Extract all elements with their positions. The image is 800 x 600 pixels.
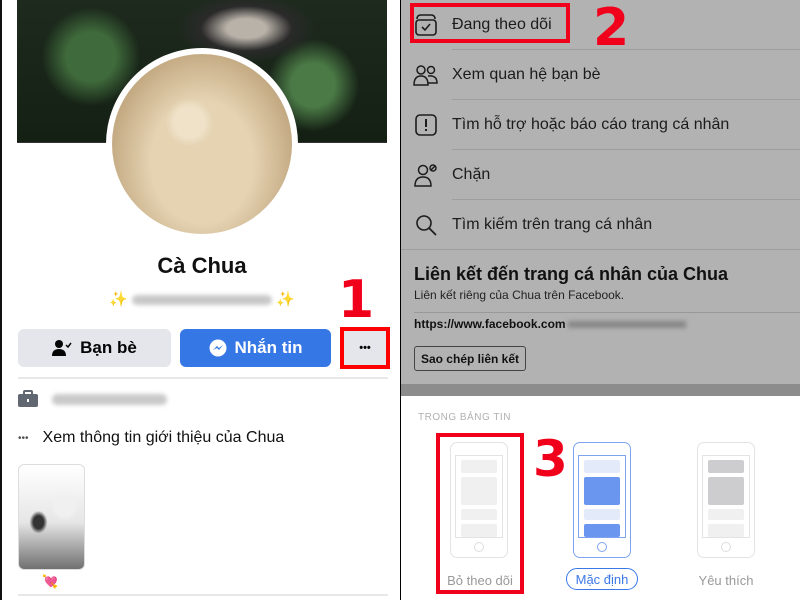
step-marker-3: 3 [533,430,568,488]
option-default[interactable] [573,442,631,558]
menu-item-search[interactable]: Tìm kiếm trên trang cá nhân [401,200,800,250]
divider [414,312,800,313]
work-blurred-text [52,393,167,405]
see-intro-row[interactable]: ••• Xem thông tin giới thiệu của Chua [18,429,284,447]
messenger-icon [209,339,226,357]
work-info-row [18,390,167,408]
search-icon [413,212,439,238]
message-button[interactable]: Nhắn tin [180,329,331,367]
copy-link-button[interactable]: Sao chép liên kết [414,346,526,371]
profile-panel: Cà Chua ✨ ✨ 1 Bạn bè Nhắn tin ••• ••• Xem… [0,0,400,600]
feed-block [708,477,744,505]
sheet-backdrop [401,384,800,396]
feed-block [708,524,744,537]
sparkle-icon: ✨ [109,291,128,308]
feed-block [708,460,744,473]
step-marker-1: 1 [338,270,375,330]
menu-label: Tìm kiếm trên trang cá nhân [452,216,653,233]
briefcase-icon [18,390,38,407]
news-feed-sheet: TRONG BẢNG TIN Bỏ theo dõi Mặc định Yêu … [401,396,800,600]
phone-screen [702,455,750,538]
feed-block [584,477,620,505]
url-blurred-part [567,320,686,328]
more-dots-icon: ••• [18,432,29,444]
menu-label: Chặn [452,166,491,183]
profile-url[interactable]: https://www.facebook.com [414,317,686,331]
more-options-button[interactable]: ••• [340,327,390,369]
feed-block [708,509,744,520]
report-icon [413,112,439,138]
divider [18,594,388,596]
highlight-box-unfollow [436,433,524,594]
menu-item-report[interactable]: Tìm hỗ trợ hoặc báo cáo trang cá nhân [401,100,800,150]
step-marker-2: 2 [593,0,630,58]
featured-story[interactable] [18,464,85,570]
heart-arrow-icon: 💘 [42,574,59,589]
divider [18,377,388,379]
avatar-image[interactable] [112,54,292,234]
message-label: Nhắn tin [234,338,303,357]
profile-url-text: https://www.facebook.com [414,317,566,331]
highlight-box-following [410,3,570,43]
see-intro-label: Xem thông tin giới thiệu của Chua [42,429,285,446]
bio-blurred-text [132,295,272,306]
feed-block [584,460,620,473]
more-icon: ••• [359,342,371,354]
option-favorite[interactable] [697,442,755,558]
options-panel: Đang theo dõi Xem quan hệ bạn bè Tìm hỗ … [401,0,800,600]
menu-label: Tìm hỗ trợ hoặc báo cáo trang cá nhân [452,116,730,133]
link-section-subtitle: Liên kết riêng của Chua trên Facebook. [414,288,625,302]
sparkle-icon: ✨ [276,291,295,308]
friendship-icon [413,62,439,88]
menu-item-block[interactable]: Chặn [401,150,800,200]
profile-link-section: Liên kết đến trang cá nhân của Chua Liên… [401,250,800,380]
home-button-glyph [597,542,607,552]
feed-block [584,524,620,537]
menu-label: Xem quan hệ bạn bè [452,66,601,83]
option-favorite-label: Yêu thích [698,573,754,588]
news-feed-title: TRONG BẢNG TIN [418,412,511,423]
profile-avatar[interactable] [106,48,298,240]
home-button-glyph [721,542,731,552]
phone-screen [578,455,626,538]
option-default-label[interactable]: Mặc định [566,568,638,590]
link-section-title: Liên kết đến trang cá nhân của Chua [414,264,729,284]
friends-button[interactable]: Bạn bè [18,329,171,367]
block-icon [413,162,439,188]
friends-label: Bạn bè [80,338,137,357]
friend-check-icon [52,340,72,356]
feed-block [584,509,620,520]
